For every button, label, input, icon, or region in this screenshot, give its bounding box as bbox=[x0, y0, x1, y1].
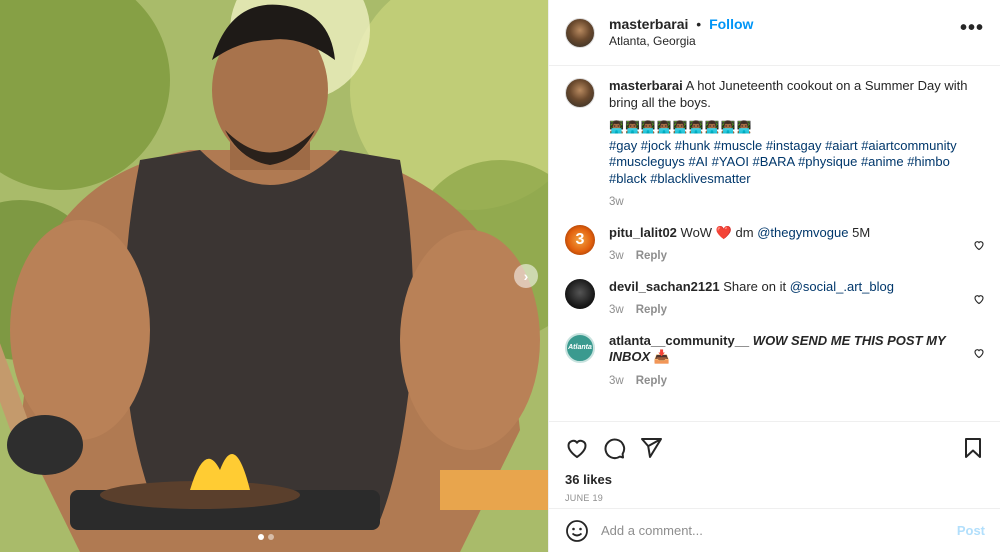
post-location[interactable]: Atlanta, Georgia bbox=[609, 33, 960, 50]
share-icon[interactable] bbox=[639, 436, 663, 460]
comment-icon[interactable] bbox=[602, 436, 626, 460]
author-info: masterbarai • Follow Atlanta, Georgia bbox=[609, 16, 960, 50]
reply-button[interactable]: Reply bbox=[636, 248, 667, 265]
post-header: masterbarai • Follow Atlanta, Georgia ••… bbox=[549, 0, 1000, 66]
comment-time[interactable]: 3w bbox=[609, 248, 624, 265]
avatar-text: Atlanta bbox=[568, 343, 592, 351]
comment-text: dm bbox=[735, 224, 754, 240]
caption-avatar[interactable] bbox=[565, 78, 595, 108]
reply-button[interactable]: Reply bbox=[636, 373, 667, 390]
like-comment-heart-icon[interactable] bbox=[973, 347, 985, 359]
chevron-right-icon: › bbox=[523, 268, 529, 284]
commenter-avatar[interactable] bbox=[565, 278, 595, 309]
post-comment-button[interactable]: Post bbox=[957, 523, 985, 538]
comment-username[interactable]: devil_sachan2121 bbox=[609, 279, 720, 294]
carousel-dot-active bbox=[258, 534, 264, 540]
carousel-next-button[interactable]: › bbox=[514, 264, 538, 288]
post-sidebar: masterbarai • Follow Atlanta, Georgia ••… bbox=[548, 0, 1000, 552]
comment-input[interactable] bbox=[601, 523, 957, 538]
comments-list[interactable]: masterbarai A hot Juneteenth cookout on … bbox=[549, 66, 1000, 421]
comment-time[interactable]: 3w bbox=[609, 302, 624, 319]
commenter-avatar[interactable]: Atlanta bbox=[565, 332, 595, 363]
caption: masterbarai A hot Juneteenth cookout on … bbox=[565, 78, 985, 211]
post-actions: 36 likes JUNE 19 bbox=[549, 421, 1000, 503]
commenter-avatar[interactable]: 3 bbox=[565, 224, 595, 255]
post-illustration bbox=[0, 0, 548, 552]
post-date: JUNE 19 bbox=[565, 493, 604, 503]
comment-item: devil_sachan2121 Share on it @social_.ar… bbox=[565, 278, 985, 319]
like-comment-heart-icon[interactable] bbox=[973, 239, 985, 251]
comment-text: 5M bbox=[852, 224, 871, 240]
post-image[interactable]: › bbox=[0, 0, 548, 552]
carousel-dot bbox=[268, 534, 274, 540]
inbox-emoji: 📥 bbox=[653, 349, 670, 364]
more-icon[interactable]: ••• bbox=[960, 17, 984, 40]
comment-mention[interactable]: @thegymvogue bbox=[757, 225, 848, 240]
bookmark-icon[interactable] bbox=[961, 436, 985, 460]
avatar-text: 3 bbox=[575, 230, 585, 248]
caption-emoji-line: 👨🏾‍💻👨🏾‍💻👨🏾‍💻👨🏾‍💻👨🏾‍💻👨🏾‍💻👨🏾‍💻👨🏾‍💻👨🏾‍💻 bbox=[609, 120, 753, 134]
follow-button[interactable]: Follow bbox=[709, 16, 753, 32]
comment-text: Share on it bbox=[723, 278, 787, 294]
comment-item: 3 pitu_lalit02 WoW ❤️ dm @thegymvogue 5M… bbox=[565, 224, 985, 265]
likes-count[interactable]: 36 likes bbox=[565, 472, 985, 487]
heart-icon[interactable] bbox=[565, 436, 589, 460]
comment-text: WoW bbox=[680, 224, 713, 240]
author-avatar[interactable] bbox=[565, 17, 595, 48]
comment-composer: Post bbox=[549, 508, 1000, 552]
carousel-indicator bbox=[258, 534, 274, 540]
like-comment-heart-icon[interactable] bbox=[973, 293, 985, 305]
caption-hashtags[interactable]: #gay #jock #hunk #muscle #instagay #aiar… bbox=[609, 138, 975, 188]
comment-username[interactable]: pitu_lalit02 bbox=[609, 225, 677, 240]
reply-button[interactable]: Reply bbox=[636, 302, 667, 319]
emoji-icon[interactable] bbox=[565, 519, 589, 543]
caption-username[interactable]: masterbarai bbox=[609, 78, 683, 93]
comment-username[interactable]: atlanta__community__ bbox=[609, 333, 749, 348]
comment-time[interactable]: 3w bbox=[609, 373, 624, 390]
comment-mention[interactable]: @social_.art_blog bbox=[790, 279, 894, 294]
heart-emoji: ❤️ bbox=[715, 224, 732, 240]
comment-item: Atlanta atlanta__community__ WOW SEND ME… bbox=[565, 332, 985, 390]
author-username[interactable]: masterbarai bbox=[609, 16, 688, 32]
caption-time[interactable]: 3w bbox=[609, 194, 624, 211]
header-separator: • bbox=[696, 15, 702, 32]
